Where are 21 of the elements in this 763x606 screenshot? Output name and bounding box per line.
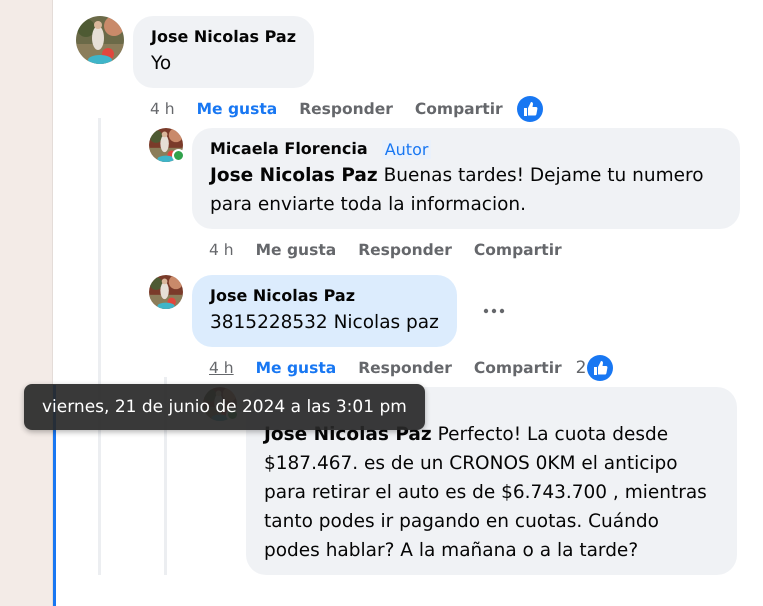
reaction-count: 2 [576, 358, 586, 378]
share-link[interactable]: Compartir [474, 359, 562, 377]
share-link[interactable]: Compartir [474, 241, 562, 259]
comment-text: Jose Nicolas Paz Buenas tardes! Dejame tu numero para enviarte toda la informacion. [210, 164, 705, 217]
author-badge: Autor [382, 140, 432, 158]
reply-link[interactable]: Responder [358, 241, 452, 259]
like-link[interactable]: Me gusta [256, 241, 336, 259]
timestamp-link[interactable]: 4 h [150, 100, 175, 118]
author-name[interactable]: Jose Nicolas Paz [151, 25, 296, 49]
reply-link[interactable]: Responder [299, 100, 393, 118]
share-link[interactable]: Compartir [414, 100, 503, 118]
date-tooltip: viernes, 21 de junio de 2024 a las 3:01 pm [24, 384, 425, 430]
comment-text: 3815228532 Nicolas paz [210, 311, 439, 335]
reply-link[interactable]: Responder [358, 359, 452, 377]
author-name[interactable]: Jose Nicolas Paz [210, 284, 356, 308]
timestamp-link[interactable]: 4 h [209, 241, 234, 259]
timestamp-link[interactable]: 4 h [209, 359, 234, 377]
comment-text: Yo [151, 52, 172, 76]
author-name[interactable]: Micaela Florencia [210, 137, 368, 161]
like-link[interactable]: Me gusta [196, 100, 278, 118]
like-link[interactable]: Me gusta [256, 359, 336, 377]
